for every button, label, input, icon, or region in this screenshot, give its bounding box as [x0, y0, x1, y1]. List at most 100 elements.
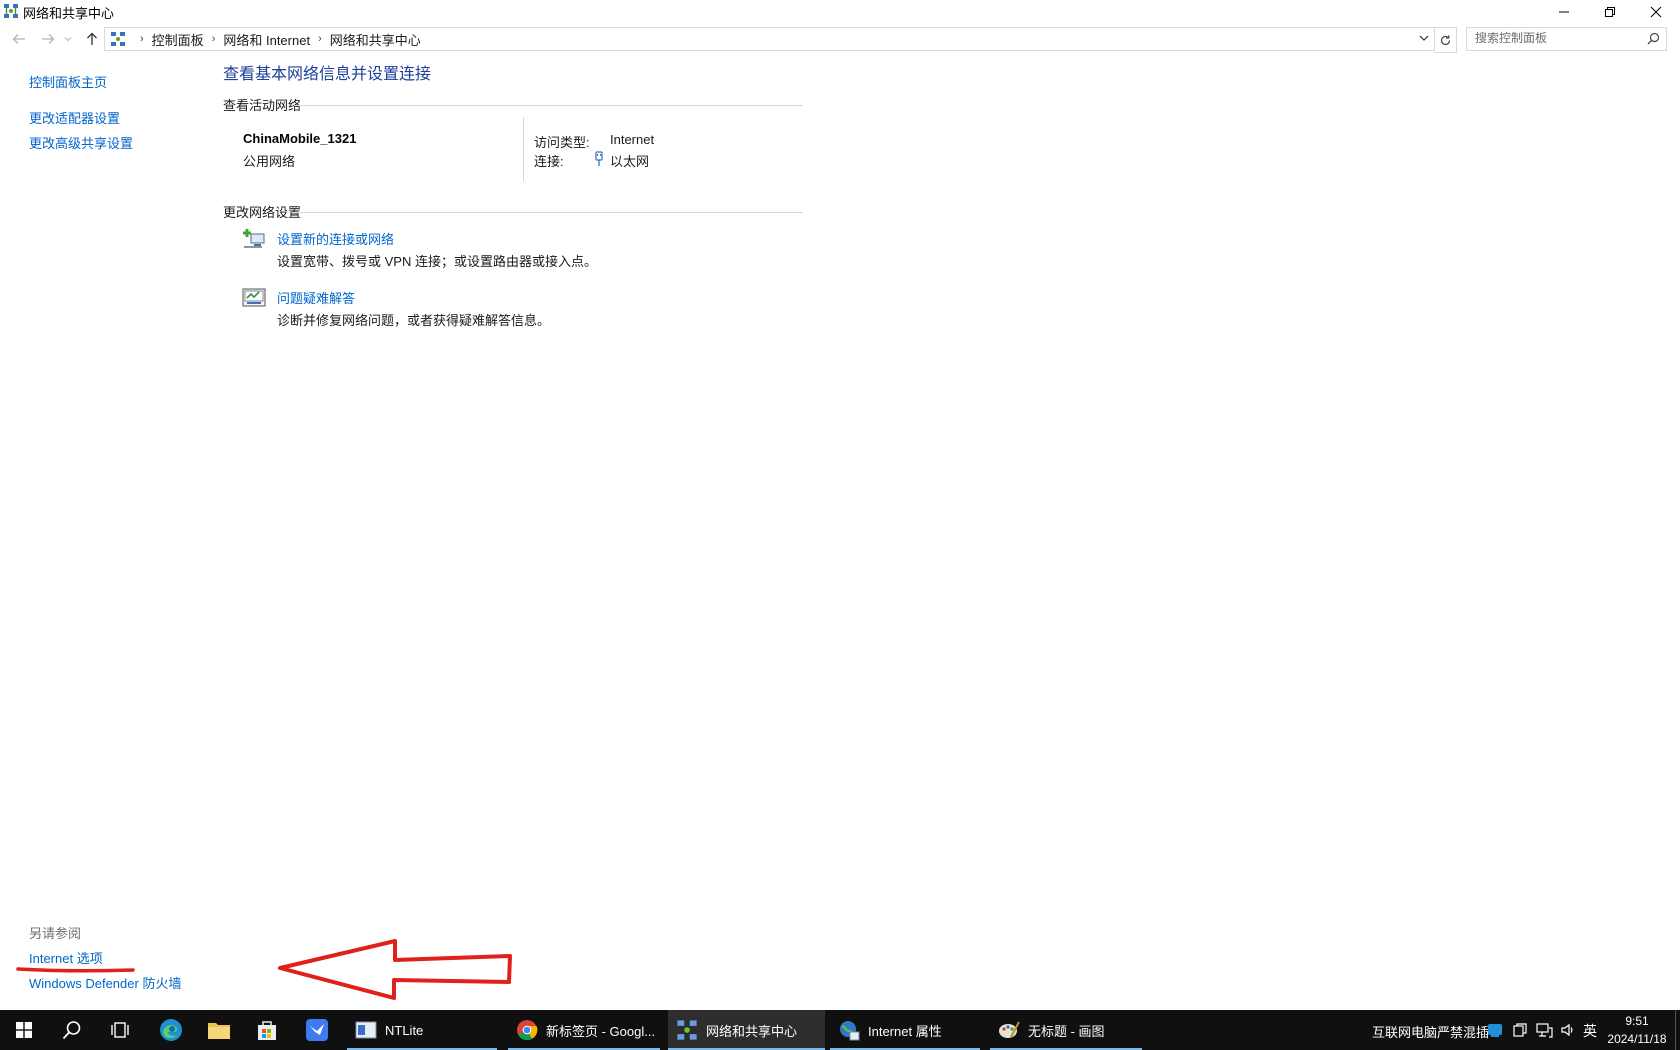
start-button[interactable] [0, 1010, 48, 1050]
breadcrumb-separator-icon[interactable]: › [140, 33, 144, 45]
breadcrumb-network-internet[interactable]: 网络和 Internet [223, 30, 310, 49]
edge-icon [160, 1019, 182, 1041]
search-icon[interactable] [1647, 32, 1660, 45]
breadcrumb-network-sharing-center[interactable]: 网络和共享中心 [330, 30, 421, 49]
taskbar-app-label: 新标签页 - Googl... [546, 1023, 656, 1039]
clock-date: 2024/11/18 [1607, 1032, 1667, 1046]
new-connection-icon [243, 229, 265, 248]
forward-button[interactable] [38, 29, 58, 49]
internet-properties-icon [840, 1021, 860, 1041]
setup-new-connection-link[interactable]: 设置新的连接或网络 [277, 229, 394, 248]
refresh-icon [1440, 34, 1450, 45]
ethernet-icon [595, 151, 603, 166]
minimize-icon [1559, 11, 1569, 12]
search-icon [62, 1021, 81, 1040]
show-desktop-button[interactable] [1675, 1010, 1676, 1050]
control-panel-home-link[interactable]: 控制面板主页 [29, 72, 107, 91]
tray-app-icon[interactable] [1487, 1022, 1503, 1038]
input-method-indicator[interactable]: 英 [1583, 1021, 1597, 1041]
paint-icon [999, 1021, 1020, 1038]
taskbar-app-label: NTLite [385, 1022, 424, 1038]
setup-new-connection-description: 设置宽带、拨号或 VPN 连接；或设置路由器或接入点。 [277, 254, 597, 269]
search-taskbar-button[interactable] [48, 1010, 96, 1050]
network-center-icon [677, 1020, 697, 1040]
change-network-settings-label: 更改网络设置 [223, 205, 302, 220]
close-button[interactable] [1633, 0, 1679, 23]
access-type-value: Internet [610, 132, 655, 147]
title-bar: 网络和共享中心 [0, 0, 1680, 23]
taskbar-app-ntlite[interactable]: NTLite [347, 1010, 497, 1050]
breadcrumb-separator-icon[interactable]: › [212, 33, 216, 45]
file-explorer-taskbar-button[interactable] [195, 1010, 243, 1050]
annotation-underline [16, 967, 135, 973]
change-advanced-sharing-link[interactable]: 更改高级共享设置 [29, 133, 133, 152]
up-arrow-icon [87, 32, 97, 45]
close-icon [1650, 6, 1662, 17]
section-divider [294, 105, 803, 106]
access-type-label: 访问类型: [534, 135, 590, 150]
network-center-icon [4, 4, 18, 18]
minimize-button[interactable] [1541, 0, 1587, 23]
windows-logo-icon [16, 1022, 32, 1038]
clock[interactable]: 9:51 2024/11/18 [1604, 1012, 1670, 1048]
taskbar-app-paint[interactable]: 无标题 - 画图 [990, 1010, 1142, 1050]
feishu-taskbar-button[interactable] [293, 1010, 341, 1050]
forward-arrow-icon [42, 34, 55, 44]
network-divider [523, 117, 524, 181]
chevron-down-icon [64, 37, 72, 42]
store-taskbar-button[interactable] [243, 1010, 291, 1050]
see-also-label: 另请参阅 [29, 926, 82, 941]
window-title: 网络和共享中心 [23, 6, 115, 21]
network-type: 公用网络 [243, 154, 296, 169]
internet-options-link[interactable]: Internet 选项 [29, 948, 103, 967]
search-input[interactable] [1467, 28, 1645, 48]
taskbar-app-label: Internet 属性 [868, 1023, 942, 1039]
breadcrumb: › 控制面板 › 网络和 Internet › 网络和共享中心 [132, 28, 421, 50]
active-networks-label: 查看活动网络 [223, 98, 302, 113]
section-divider [294, 212, 803, 213]
connection-label: 连接: [534, 154, 564, 169]
store-icon [258, 1021, 276, 1040]
restore-icon [1605, 6, 1615, 17]
back-arrow-icon [12, 34, 25, 44]
task-view-button[interactable] [96, 1010, 144, 1050]
network-name: ChinaMobile_1321 [243, 131, 357, 146]
ethernet-connection-link[interactable]: 以太网 [610, 151, 649, 170]
taskbar-app-network-center[interactable]: 网络和共享中心 [668, 1010, 825, 1050]
breadcrumb-separator-icon[interactable]: › [318, 33, 322, 45]
taskbar: NTLite 新标签页 - Googl... 网络和共享中心 Internet … [0, 1010, 1680, 1050]
folder-icon [208, 1023, 230, 1039]
address-dropdown-icon[interactable] [1418, 32, 1430, 44]
tray-windows-icon[interactable] [1512, 1022, 1528, 1038]
breadcrumb-control-panel[interactable]: 控制面板 [152, 30, 204, 49]
edge-taskbar-button[interactable] [147, 1010, 195, 1050]
task-view-icon [111, 1022, 129, 1038]
troubleshoot-icon [242, 288, 266, 307]
chrome-icon [517, 1020, 538, 1041]
clock-time: 9:51 [1625, 1014, 1649, 1028]
troubleshoot-description: 诊断并修复网络问题，或者获得疑难解答信息。 [277, 313, 551, 328]
annotation-arrow-icon [278, 939, 512, 1000]
page-title: 查看基本网络信息并设置连接 [223, 66, 432, 83]
windows-defender-firewall-link[interactable]: Windows Defender 防火墙 [29, 973, 181, 992]
bird-app-icon [306, 1019, 328, 1041]
control-panel-icon [111, 32, 125, 46]
recent-locations-button[interactable] [62, 29, 74, 49]
taskbar-app-label: 网络和共享中心 [706, 1023, 798, 1039]
tray-notice-text: 互联网电脑严禁混插 [1372, 1025, 1490, 1040]
navigation-bar: › 控制面板 › 网络和 Internet › 网络和共享中心 [0, 25, 1680, 53]
ntlite-icon [355, 1021, 377, 1039]
search-box[interactable] [1466, 27, 1667, 51]
back-button[interactable] [9, 29, 29, 49]
taskbar-app-chrome[interactable]: 新标签页 - Googl... [508, 1010, 660, 1050]
refresh-button[interactable] [1434, 27, 1457, 53]
address-bar[interactable]: › 控制面板 › 网络和 Internet › 网络和共享中心 [104, 27, 1435, 51]
restore-button[interactable] [1587, 0, 1633, 23]
up-button[interactable] [82, 29, 102, 49]
taskbar-app-internet-properties[interactable]: Internet 属性 [830, 1010, 980, 1050]
troubleshoot-link[interactable]: 问题疑难解答 [277, 288, 355, 307]
volume-icon[interactable] [1560, 1022, 1576, 1038]
taskbar-app-label: 无标题 - 画图 [1028, 1023, 1105, 1039]
change-adapter-settings-link[interactable]: 更改适配器设置 [29, 108, 120, 127]
network-status-icon[interactable] [1535, 1022, 1553, 1038]
